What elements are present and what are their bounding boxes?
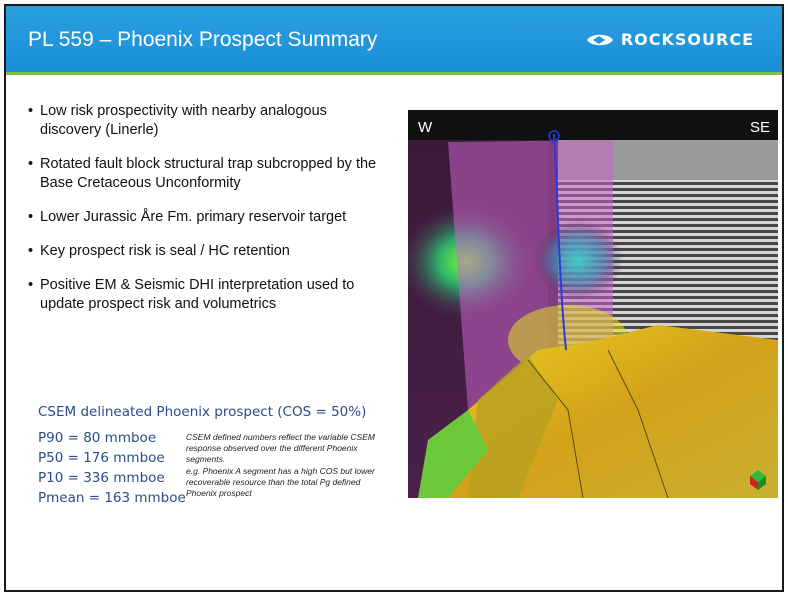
bullet-list: • Low risk prospectivity with nearby anal…: [28, 102, 388, 329]
volumetrics-list: P90 = 80 mmboe P50 = 176 mmboe P10 = 336…: [38, 428, 198, 508]
bullet-item: • Rotated fault block structural trap sub…: [28, 156, 377, 191]
rocksource-logo-icon: [586, 34, 613, 45]
bullet-item: • Key prospect risk is seal / HC retentio…: [28, 243, 290, 259]
seismic-3d-figure: W SE: [408, 110, 778, 498]
csem-summary: CSEM delineated Phoenix prospect (COS = …: [38, 404, 375, 506]
slide-title: PL 559 – Phoenix Prospect Summary: [28, 28, 378, 51]
slide: PL 559 – Phoenix Prospect Summary ROCKSO…: [4, 4, 784, 592]
direction-label-west: W: [418, 119, 433, 136]
header-divider: [6, 72, 782, 75]
p50-value: P50 = 176 mmboe: [38, 450, 165, 466]
pmean-value: Pmean = 163 mmboe: [38, 490, 186, 506]
csem-notes: CSEM defined numbers reflect the variabl…: [186, 432, 386, 500]
direction-label-southeast: SE: [750, 119, 770, 136]
p10-value: P10 = 336 mmboe: [38, 470, 165, 486]
csem-note: CSEM defined numbers reflect the variabl…: [186, 432, 375, 464]
p90-value: P90 = 80 mmboe: [38, 430, 157, 446]
bullet-item: • Positive EM & Seismic DHI interpretatio…: [28, 277, 355, 312]
csem-heading: CSEM delineated Phoenix prospect (COS = …: [38, 404, 367, 420]
rocksource-logo: ROCKSOURCE: [585, 30, 754, 49]
bullet-item: • Low risk prospectivity with nearby anal…: [28, 103, 327, 138]
slide-header: PL 559 – Phoenix Prospect Summary ROCKSO…: [6, 6, 782, 72]
csem-note: e.g. Phoenix A segment has a high COS bu…: [186, 466, 375, 498]
bullet-item: • Lower Jurassic Åre Fm. primary reservoi…: [28, 209, 347, 225]
logo-text: ROCKSOURCE: [620, 30, 754, 49]
